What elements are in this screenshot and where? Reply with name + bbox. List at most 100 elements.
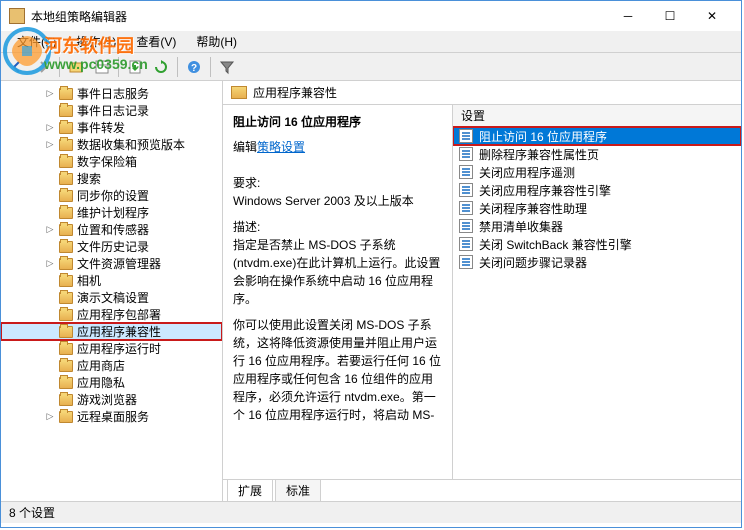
tree-item[interactable]: ▷ 事件转发 [1,119,222,136]
tree-item[interactable]: 应用程序兼容性 [1,323,222,340]
setting-row[interactable]: 关闭程序兼容性助理 [453,199,741,217]
edit-policy-link[interactable]: 策略设置 [257,138,305,156]
setting-title: 阻止访问 16 位应用程序 [233,113,442,130]
settings-list[interactable]: 阻止访问 16 位应用程序删除程序兼容性属性页关闭应用程序遥测关闭应用程序兼容性… [453,127,741,271]
close-button[interactable]: ✕ [691,2,733,30]
main-body: 阻止访问 16 位应用程序 编辑策略设置 要求: Windows Server … [223,105,741,479]
tree-item-label: 维护计划程序 [77,204,149,221]
svg-text:?: ? [191,63,197,74]
setting-row[interactable]: 阻止访问 16 位应用程序 [453,127,741,145]
expand-icon[interactable] [45,242,55,252]
refresh-button[interactable] [149,55,173,79]
setting-row[interactable]: 关闭 SwitchBack 兼容性引擎 [453,235,741,253]
expand-icon[interactable] [45,276,55,286]
folder-icon [59,343,73,355]
tree-item-label: 应用商店 [77,357,125,374]
tree-item[interactable]: 演示文稿设置 [1,289,222,306]
tree-item[interactable]: 相机 [1,272,222,289]
folder-icon [59,360,73,372]
setting-row[interactable]: 关闭问题步骤记录器 [453,253,741,271]
tree-item-label: 文件资源管理器 [77,255,161,272]
tab-standard[interactable]: 标准 [275,479,321,501]
settings-list-column: 设置 阻止访问 16 位应用程序删除程序兼容性属性页关闭应用程序遥测关闭应用程序… [453,105,741,479]
tree-item-label: 应用程序兼容性 [77,323,161,340]
app-window: 本地组策略编辑器 ─ ☐ ✕ 文件(F) 操作(A) 查看(V) 帮助(H) ?… [0,0,742,528]
expand-icon[interactable]: ▷ [45,89,55,99]
menu-view[interactable]: 查看(V) [126,31,186,52]
titlebar[interactable]: 本地组策略编辑器 ─ ☐ ✕ [1,1,741,31]
setting-icon [459,255,473,269]
tree-item[interactable]: 搜索 [1,170,222,187]
back-button[interactable] [5,55,29,79]
show-hide-button[interactable] [90,55,114,79]
app-icon [9,8,25,24]
expand-icon[interactable] [45,361,55,371]
tree-pane[interactable]: ▷事件日志服务事件日志记录 ▷ 事件转发▷数据收集和预览版本数字保险箱搜索同步你的设… [1,81,223,501]
setting-row[interactable]: 关闭应用程序遥测 [453,163,741,181]
menu-help[interactable]: 帮助(H) [186,31,247,52]
expand-icon[interactable]: ▷ [45,412,55,422]
minimize-button[interactable]: ─ [607,2,649,30]
tree-item-label: 应用隐私 [77,374,125,391]
menu-action[interactable]: 操作(A) [66,31,126,52]
tree-item[interactable]: 应用程序运行时 [1,340,222,357]
expand-icon[interactable] [45,327,55,337]
expand-icon[interactable] [45,378,55,388]
folder-icon [59,105,73,117]
menu-file[interactable]: 文件(F) [7,31,66,52]
tree-item[interactable]: 事件日志记录 [1,102,222,119]
folder-icon [59,275,73,287]
folder-icon [59,326,73,338]
tree-item[interactable]: ▷数据收集和预览版本 [1,136,222,153]
tree-item[interactable]: 应用隐私 [1,374,222,391]
help-button[interactable]: ? [182,55,206,79]
expand-icon[interactable] [45,191,55,201]
expand-icon[interactable]: ▷ [45,225,55,235]
settings-list-header[interactable]: 设置 [453,105,741,127]
expand-icon[interactable] [45,344,55,354]
setting-label: 关闭应用程序遥测 [479,164,575,181]
tree-item[interactable]: 维护计划程序 [1,204,222,221]
tree-item[interactable]: 游戏浏览器 [1,391,222,408]
tree-item[interactable]: 应用商店 [1,357,222,374]
tree-item[interactable]: 应用程序包部署 [1,306,222,323]
folder-icon [59,292,73,304]
folder-icon [59,377,73,389]
maximize-button[interactable]: ☐ [649,2,691,30]
expand-icon[interactable] [45,208,55,218]
tree-item[interactable]: 同步你的设置 [1,187,222,204]
tree-item-label: 数字保险箱 [77,153,137,170]
tree-item-label: 演示文稿设置 [77,289,149,306]
tree-item[interactable]: ▷ 文件资源管理器 [1,255,222,272]
tree-item[interactable]: 数字保险箱 [1,153,222,170]
export-button[interactable] [123,55,147,79]
expand-icon[interactable]: ▷ [45,259,55,269]
description-column: 阻止访问 16 位应用程序 编辑策略设置 要求: Windows Server … [223,105,453,479]
expand-icon[interactable]: ▷ [45,140,55,150]
tree-item[interactable]: ▷远程桌面服务 [1,408,222,425]
expand-icon[interactable] [45,174,55,184]
filter-button[interactable] [215,55,239,79]
setting-row[interactable]: 禁用清单收集器 [453,217,741,235]
tab-extended[interactable]: 扩展 [227,479,273,501]
setting-row[interactable]: 删除程序兼容性属性页 [453,145,741,163]
tabs-row: 扩展 标准 [223,479,741,501]
up-button[interactable] [64,55,88,79]
tree-item[interactable]: 文件历史记录 [1,238,222,255]
expand-icon[interactable] [45,106,55,116]
content-area: ▷事件日志服务事件日志记录 ▷ 事件转发▷数据收集和预览版本数字保险箱搜索同步你的设… [1,81,741,501]
expand-icon[interactable] [45,293,55,303]
main-pane: 应用程序兼容性 阻止访问 16 位应用程序 编辑策略设置 要求: Windows… [223,81,741,501]
setting-label: 删除程序兼容性属性页 [479,146,599,163]
expand-icon[interactable]: ▷ [45,123,55,133]
tree-item[interactable]: ▷事件日志服务 [1,85,222,102]
status-text: 8 个设置 [9,504,55,521]
setting-row[interactable]: 关闭应用程序兼容性引擎 [453,181,741,199]
tree-item-label: 事件转发 [77,119,125,136]
expand-icon[interactable] [45,157,55,167]
forward-button[interactable] [31,55,55,79]
expand-icon[interactable] [45,310,55,320]
expand-icon[interactable] [45,395,55,405]
menubar: 文件(F) 操作(A) 查看(V) 帮助(H) [1,31,741,53]
tree-item[interactable]: ▷位置和传感器 [1,221,222,238]
